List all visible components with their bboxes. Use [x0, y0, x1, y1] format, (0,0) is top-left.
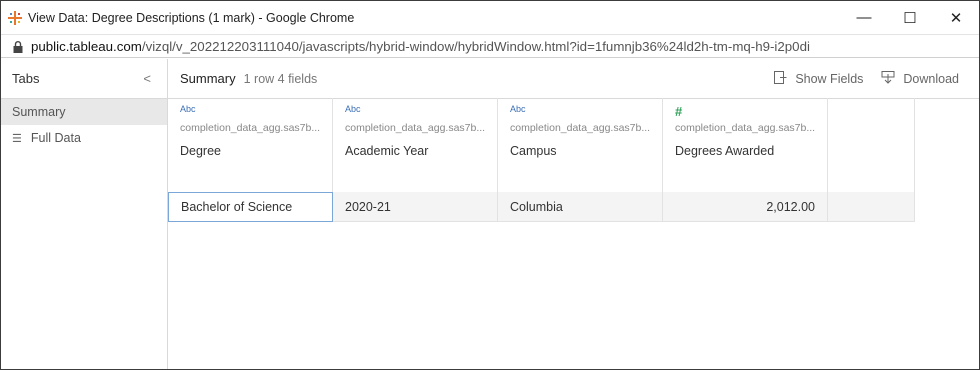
column-header-campus[interactable]: Abc completion_data_agg.sas7b... Campus — [498, 98, 663, 192]
maximize-button[interactable]: ☐ — [887, 1, 933, 34]
address-bar[interactable]: public.tableau.com/vizql/v_2022122031110… — [1, 35, 979, 58]
column-source: completion_data_agg.sas7b... — [180, 122, 321, 134]
header-filler — [828, 98, 915, 192]
column-header-degrees-awarded[interactable]: # completion_data_agg.sas7b... Degrees A… — [663, 98, 828, 192]
summary-toolbar: Summary 1 row 4 fields Show Fields Downl… — [168, 59, 979, 99]
url-host: public.tableau.com — [31, 38, 142, 54]
table-cell-campus[interactable]: Columbia — [498, 192, 663, 222]
download-label: Download — [903, 71, 959, 86]
show-fields-button[interactable]: Show Fields — [774, 70, 864, 87]
column-name: Degrees Awarded — [675, 144, 775, 158]
url-path: /vizql/v_202212203111040/javascripts/hyb… — [141, 38, 810, 54]
sidebar-header: Tabs < — [1, 59, 167, 99]
column-header-degree[interactable]: Abc completion_data_agg.sas7b... Degree — [168, 98, 333, 192]
column-header-academic-year[interactable]: Abc completion_data_agg.sas7b... Academi… — [333, 98, 498, 192]
tab-summary-label: Summary — [12, 105, 66, 119]
table-row: Bachelor of Science 2020-21 Columbia 2,0… — [168, 192, 915, 222]
browser-window: View Data: Degree Descriptions (1 mark) … — [0, 0, 980, 370]
column-source: completion_data_agg.sas7b... — [510, 122, 651, 134]
data-panel: Summary 1 row 4 fields Show Fields Downl… — [168, 59, 979, 369]
download-icon — [881, 70, 895, 87]
number-type-icon: # — [675, 104, 683, 119]
row-field-count: 1 row 4 fields — [243, 71, 318, 86]
url-text[interactable]: public.tableau.com/vizql/v_2022122031110… — [31, 39, 810, 54]
data-table: Abc completion_data_agg.sas7b... Degree … — [168, 98, 915, 222]
close-button[interactable]: ✕ — [933, 1, 979, 34]
row-filler — [828, 192, 915, 222]
tableau-logo-icon — [8, 10, 22, 25]
collapse-sidebar-icon[interactable]: < — [143, 71, 151, 86]
header-row: Abc completion_data_agg.sas7b... Degree … — [168, 98, 915, 192]
panel-title: Summary — [180, 71, 236, 86]
window-title: View Data: Degree Descriptions (1 mark) … — [28, 10, 355, 25]
column-name: Degree — [180, 144, 221, 158]
table-cell-academic-year[interactable]: 2020-21 — [333, 192, 498, 222]
table-cell-degree[interactable]: Bachelor of Science — [168, 192, 333, 222]
column-name: Academic Year — [345, 144, 429, 158]
show-fields-label: Show Fields — [795, 71, 864, 86]
lock-icon — [13, 40, 23, 53]
table-cell-degrees-awarded[interactable]: 2,012.00 — [663, 192, 828, 222]
column-source: completion_data_agg.sas7b... — [345, 122, 486, 134]
column-name: Campus — [510, 144, 557, 158]
string-type-icon: Abc — [180, 104, 196, 114]
sidebar-title: Tabs — [12, 71, 40, 86]
minimize-button[interactable]: — — [841, 1, 887, 34]
tab-summary[interactable]: Summary — [1, 99, 167, 125]
show-fields-icon — [774, 70, 787, 87]
string-type-icon: Abc — [345, 104, 361, 114]
tab-full-data[interactable]: ☰ Full Data — [1, 125, 167, 151]
column-source: completion_data_agg.sas7b... — [675, 122, 816, 134]
download-button[interactable]: Download — [881, 70, 959, 87]
string-type-icon: Abc — [510, 104, 526, 114]
tabs-sidebar: Tabs < Summary ☰ Full Data — [1, 59, 168, 369]
title-bar: View Data: Degree Descriptions (1 mark) … — [1, 1, 979, 35]
tab-full-data-label: Full Data — [30, 131, 81, 145]
table-icon: ☰ — [12, 132, 22, 145]
